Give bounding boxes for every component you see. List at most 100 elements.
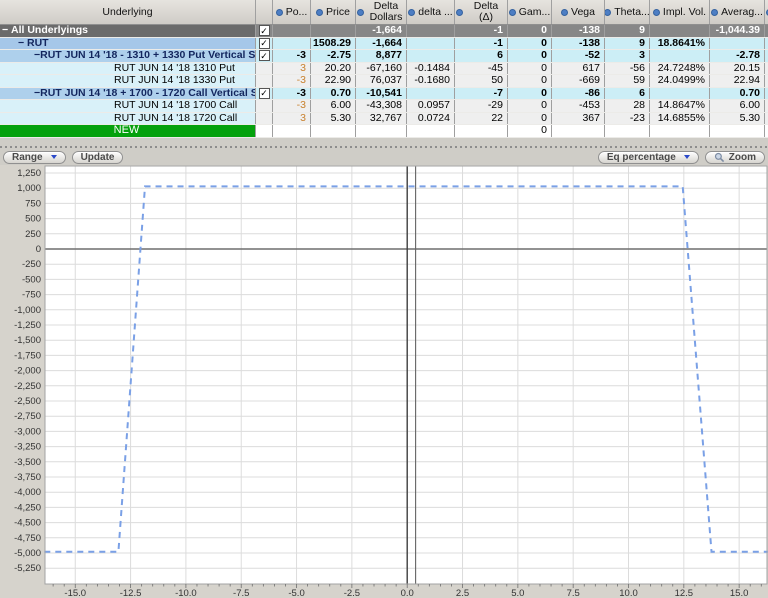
average-cell: 5.30 <box>710 112 765 124</box>
checkbox-cell[interactable]: ✓ <box>256 37 273 49</box>
gamma-cell: 0 <box>508 100 552 112</box>
update-button-label: Update <box>80 151 115 163</box>
y-tick-label: -5,000 <box>14 548 41 559</box>
y-tick-label: -3,500 <box>14 456 41 467</box>
table-row-rut-jun-14-18-1700-call[interactable]: RUT JUN 14 '18 1700 Call -3 6.00 -43,308 0.0… <box>0 100 768 113</box>
column-header-theta[interactable]: Theta... <box>605 0 650 24</box>
eq-mode-label: Eq percentage <box>606 151 676 163</box>
y-tick-label: -750 <box>22 289 41 300</box>
delta-cell: -7 <box>455 87 508 99</box>
x-tick-label: -5.0 <box>288 588 304 598</box>
new-order-row[interactable]: NEW 0 <box>0 125 768 138</box>
x-tick-label: 5.0 <box>511 588 524 598</box>
average-cell <box>710 37 765 49</box>
column-header-price[interactable]: Price <box>311 0 356 24</box>
gamma-cell: 0 <box>508 87 552 99</box>
column-header-delta_dollars[interactable]: Delta Dollars <box>356 0 407 24</box>
sort-dot-icon <box>456 8 463 16</box>
update-button[interactable]: Update <box>71 150 124 164</box>
collapse-icon[interactable]: − <box>2 25 11 37</box>
underlying-cell: RUT JUN 14 '18 1700 Call <box>0 100 256 112</box>
y-tick-label: -1,500 <box>14 335 41 346</box>
risk-profile-chart[interactable]: Equity Portfolio Value Change (USD) -15.… <box>0 164 768 598</box>
range-dropdown[interactable]: Range <box>3 150 66 164</box>
impl-vol-cell: 24.0499% <box>650 75 710 87</box>
delta-small-cell <box>407 87 455 99</box>
y-tick-label: -1,250 <box>14 320 41 331</box>
delta-dollars-cell: -1,664 <box>356 37 407 49</box>
column-header-label: Theta... <box>614 5 650 18</box>
underlying-label: RUT JUN 14 '18 1720 Call <box>114 112 238 124</box>
column-header-underlying[interactable]: Underlying <box>0 0 256 24</box>
y-tick-label: -3,250 <box>14 441 41 452</box>
vega-cell: -52 <box>552 50 605 62</box>
underlying-label: RUT JUN 14 '18 1700 Call <box>114 100 238 111</box>
pos-cell: 3 <box>273 112 311 124</box>
column-header-gamma[interactable]: Gam... <box>508 0 552 24</box>
checkbox-cell[interactable]: ✓ <box>256 87 273 99</box>
splitter-dots-icon <box>0 146 768 148</box>
column-header-impl_vol[interactable]: Impl. Vol. <box>650 0 710 24</box>
delta-dollars-cell: -43,308 <box>356 100 407 112</box>
price-cell: 20.20 <box>311 62 356 74</box>
sort-dot-icon <box>316 8 324 16</box>
y-tick-label: -2,000 <box>14 365 41 376</box>
table-row-rut-jun-14-18-1310-put[interactable]: RUT JUN 14 '18 1310 Put 3 20.20 -67,160 -0.1… <box>0 62 768 75</box>
vega-cell: -138 <box>552 25 605 37</box>
range-dropdown-label: Range <box>12 151 43 163</box>
vega-cell: -138 <box>552 37 605 49</box>
checkbox-cell <box>256 62 273 74</box>
risk-profile-plot[interactable]: -15.0 -12.5 -10.0 -7.5 -5.0 -2.5 0.0 2.5 5.0 7.5 1… <box>0 164 768 598</box>
column-header-delta[interactable]: Delta (Δ) <box>455 0 508 24</box>
y-tick-label: -500 <box>22 274 41 285</box>
row-checkbox[interactable]: ✓ <box>258 25 270 37</box>
pos-cell: -3 <box>273 100 311 112</box>
delta-dollars-cell: 32,767 <box>356 112 407 124</box>
price-cell: -2.75 <box>311 50 356 62</box>
delta-small-cell <box>407 25 455 37</box>
column-header-delta_small[interactable]: delta ... <box>407 0 455 24</box>
underlying-cell: − RUT JUN 14 '18 - 1310 + 1330 Put Vertic… <box>0 50 256 62</box>
row-checkbox[interactable]: ✓ <box>258 87 270 99</box>
underlying-cell: RUT JUN 14 '18 1310 Put <box>0 62 256 74</box>
delta-cell: 50 <box>455 75 508 87</box>
price-cell: 0.70 <box>311 87 356 99</box>
vega-cell: -453 <box>552 100 605 112</box>
column-header-label: Gam... <box>518 5 551 18</box>
theta-cell: 9 <box>605 37 650 49</box>
checkbox-cell <box>256 75 273 87</box>
y-tick-label: -4,000 <box>14 487 41 498</box>
chevron-down-icon <box>683 155 690 159</box>
row-checkbox[interactable]: ✓ <box>258 50 270 62</box>
price-cell: 5.30 <box>311 112 356 124</box>
theta-cell: 28 <box>605 100 650 112</box>
row-checkbox[interactable]: ✓ <box>258 37 270 49</box>
column-header-vega[interactable]: Vega <box>552 0 605 24</box>
vega-cell <box>552 125 605 137</box>
collapse-icon[interactable]: − <box>18 38 27 50</box>
checkbox-cell[interactable]: ✓ <box>256 50 273 62</box>
checkbox-cell[interactable]: ✓ <box>256 25 273 37</box>
new-row-label: NEW <box>0 125 256 137</box>
pos-cell: 3 <box>273 62 311 74</box>
eq-mode-dropdown[interactable]: Eq percentage <box>597 150 699 164</box>
x-tick-label: 7.5 <box>567 588 580 598</box>
table-row-rut-jun-14-18-1720-call[interactable]: RUT JUN 14 '18 1720 Call 3 5.30 32,767 0.072… <box>0 112 768 125</box>
table-row-rut[interactable]: − RUT ✓ 1508.29 -1,664 -1 0 -138 9 18.8641% <box>0 37 768 50</box>
table-row-rut-jun-14-18-1310-1330-put-vertical-spr[interactable]: − RUT JUN 14 '18 - 1310 + 1330 Put Vertic… <box>0 50 768 63</box>
column-header-label: Po... <box>285 5 308 18</box>
table-row-all-underlyings[interactable]: − All Underlyings ✓ -1,664 -1 0 -138 9 -1,044.39 <box>0 25 768 38</box>
delta-cell: 22 <box>455 112 508 124</box>
vega-cell: -669 <box>552 75 605 87</box>
x-tick-label: 0.0 <box>401 588 414 598</box>
table-row-rut-jun-14-18-1330-put[interactable]: RUT JUN 14 '18 1330 Put -3 22.90 76,037 -0.1… <box>0 75 768 88</box>
impl-vol-cell: 24.7248% <box>650 62 710 74</box>
column-header-pos[interactable]: Po... <box>273 0 311 24</box>
zoom-button[interactable]: Zoom <box>704 150 765 164</box>
delta-dollars-cell <box>356 125 407 137</box>
column-header-average[interactable]: Averag... <box>710 0 765 24</box>
average-cell <box>710 125 765 137</box>
price-cell: 6.00 <box>311 100 356 112</box>
table-row-rut-jun-14-18-1700-1720-call-vertical-spr[interactable]: − RUT JUN 14 '18 + 1700 - 1720 Call Verti… <box>0 87 768 100</box>
average-cell: 0.70 <box>710 87 765 99</box>
